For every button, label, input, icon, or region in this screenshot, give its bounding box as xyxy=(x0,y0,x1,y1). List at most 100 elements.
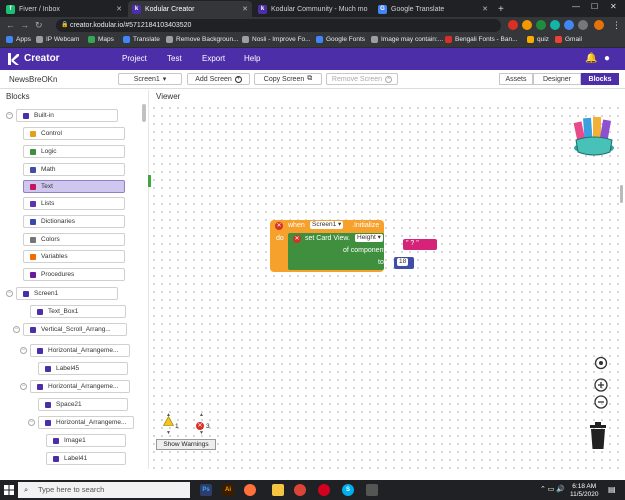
tab-blocks[interactable]: Blocks xyxy=(581,73,619,85)
zoom-out-icon[interactable] xyxy=(594,395,608,409)
extension-icon[interactable] xyxy=(550,20,560,30)
tree-procedures[interactable]: Procedures xyxy=(23,268,125,281)
collapse-icon[interactable]: − xyxy=(6,290,13,297)
trash-icon[interactable] xyxy=(588,422,608,450)
warning-down-arrow[interactable]: ▼ xyxy=(166,430,171,436)
reload-icon[interactable]: ↻ xyxy=(35,20,43,31)
tree-space21[interactable]: Space21 xyxy=(38,398,128,411)
extension-icon[interactable] xyxy=(522,20,532,30)
tree-horizontal-arrangement-3[interactable]: Horizontal_Arrangeme... xyxy=(38,416,134,429)
bookmark-image[interactable]: Image may contain:... xyxy=(371,36,443,43)
property-dropdown[interactable]: Height ▾ xyxy=(355,234,383,242)
tab-kodular-community[interactable]: k Kodular Community - Much mo ✕ xyxy=(254,1,372,17)
back-icon[interactable]: ← xyxy=(6,20,15,30)
tree-builtin[interactable]: Built-in xyxy=(16,109,118,122)
error-up-arrow[interactable]: ▲ xyxy=(199,412,204,418)
add-screen-button[interactable]: Add Screen + xyxy=(187,73,250,85)
close-icon[interactable]: ✕ xyxy=(238,5,248,13)
tray-icons[interactable]: ⌃ ▭ 🔊 xyxy=(540,485,565,493)
tree-control[interactable]: Control xyxy=(23,127,125,140)
collapse-icon[interactable]: − xyxy=(20,383,27,390)
workspace-scrollbar[interactable] xyxy=(620,185,623,203)
menu-help[interactable]: Help xyxy=(244,54,260,63)
bookmark-ip-webcam[interactable]: IP Webcam xyxy=(36,36,79,43)
screen-select[interactable]: Screen1 ▾ xyxy=(118,73,182,85)
menu-test[interactable]: Test xyxy=(167,54,182,63)
extension-icon[interactable] xyxy=(508,20,518,30)
extension-icon[interactable] xyxy=(578,20,588,30)
bookmark-bengali-fonts[interactable]: Bengali Fonts - Ban... xyxy=(445,36,518,43)
tree-logic[interactable]: Logic xyxy=(23,145,125,158)
taskbar-clock[interactable]: 6:18 AM 11/5/2020 xyxy=(570,483,598,499)
tree-lists[interactable]: Lists xyxy=(23,197,125,210)
bookmark-remove-background[interactable]: Remove Backgroun... xyxy=(166,36,239,43)
close-window-icon[interactable]: ✕ xyxy=(610,2,617,11)
zoom-in-icon[interactable] xyxy=(594,378,608,392)
tab-fiverr[interactable]: f Fiverr / Inbox ✕ xyxy=(2,1,126,17)
forward-icon[interactable]: → xyxy=(20,20,29,30)
error-down-arrow[interactable]: ▼ xyxy=(199,430,204,436)
tree-label41[interactable]: Label41 xyxy=(46,452,126,465)
event-component-dropdown[interactable]: Screen1 ▾ xyxy=(310,221,344,229)
minimize-icon[interactable]: — xyxy=(572,2,580,11)
menu-project[interactable]: Project xyxy=(122,54,147,63)
tab-designer[interactable]: Designer xyxy=(533,73,581,85)
collapse-icon[interactable]: − xyxy=(6,112,13,119)
photoshop-icon[interactable]: Ps xyxy=(200,484,212,496)
close-icon[interactable]: ✕ xyxy=(367,5,372,13)
collapse-icon[interactable]: − xyxy=(13,326,20,333)
warning-up-arrow[interactable]: ▲ xyxy=(166,412,171,418)
extension-icon[interactable] xyxy=(564,20,574,30)
file-explorer-icon[interactable] xyxy=(272,484,284,496)
tree-variables[interactable]: Variables xyxy=(23,250,125,263)
copy-screen-button[interactable]: Copy Screen ⧉ xyxy=(254,73,322,85)
tree-screen1[interactable]: Screen1 xyxy=(16,287,118,300)
tree-horizontal-arrangement-2[interactable]: Horizontal_Arrangeme... xyxy=(30,380,130,393)
bookmark-google-fonts[interactable]: Google Fonts xyxy=(316,36,365,43)
tab-assets[interactable]: Assets xyxy=(499,73,533,85)
account-icon[interactable]: ● xyxy=(604,53,610,64)
extension-icon[interactable] xyxy=(536,20,546,30)
illustrator-icon[interactable]: Ai xyxy=(222,484,234,496)
tree-label45[interactable]: Label45 xyxy=(38,362,128,375)
firefox-icon[interactable] xyxy=(244,484,256,496)
tree-image1[interactable]: Image1 xyxy=(46,434,126,447)
windows-start-icon[interactable] xyxy=(4,485,14,495)
tree-vertical-scroll-arrangement[interactable]: Vertical_Scroll_Arrang... xyxy=(23,323,127,336)
backpack-icon[interactable] xyxy=(570,112,618,156)
notifications-icon[interactable]: ▤ xyxy=(608,485,616,494)
maximize-icon[interactable]: ☐ xyxy=(591,2,598,11)
chrome-icon[interactable] xyxy=(294,484,306,496)
tree-math[interactable]: Math xyxy=(23,163,125,176)
new-tab-button[interactable]: + xyxy=(494,1,508,17)
remove-screen-button[interactable]: Remove Screen × xyxy=(326,73,398,85)
tree-scrollbar[interactable] xyxy=(142,104,146,122)
app-icon[interactable] xyxy=(366,484,378,496)
show-warnings-button[interactable]: Show Warnings xyxy=(156,439,216,450)
blocks-workspace[interactable] xyxy=(150,104,625,469)
tree-text[interactable]: Text xyxy=(23,180,125,193)
bookmark-quiz[interactable]: quiz xyxy=(527,36,549,43)
tree-horizontal-arrangement-1[interactable]: Horizontal_Arrangeme... xyxy=(30,344,130,357)
bookmark-gmail[interactable]: Gmail xyxy=(555,36,582,43)
tab-kodular-creator[interactable]: k Kodular Creator ✕ xyxy=(128,1,252,17)
tree-text-box1[interactable]: Text_Box1 xyxy=(30,305,126,318)
close-icon[interactable]: ✕ xyxy=(112,5,122,13)
tab-google-translate[interactable]: G Google Translate ✕ xyxy=(374,1,492,17)
recenter-icon[interactable] xyxy=(594,356,608,370)
tree-dictionaries[interactable]: Dictionaries xyxy=(23,215,125,228)
bookmark-nosli[interactable]: Nosli - Improve Fo... xyxy=(242,36,311,43)
error-icon[interactable]: ✕ xyxy=(293,235,301,243)
taskbar-search-input[interactable]: ⌕ Type here to search xyxy=(18,482,190,498)
bookmark-apps[interactable]: Apps xyxy=(6,36,31,43)
error-count-icon[interactable]: ✕ xyxy=(196,422,204,430)
collapse-icon[interactable]: − xyxy=(20,347,27,354)
notifications-icon[interactable]: 🔔 xyxy=(585,53,597,64)
error-icon[interactable]: ✕ xyxy=(275,222,283,230)
collapse-icon[interactable]: − xyxy=(28,419,35,426)
menu-icon[interactable]: ⋮ xyxy=(612,20,621,31)
url-field[interactable]: 🔒 creator.kodular.io/#5712184103403520 xyxy=(56,19,501,32)
skype-icon[interactable]: S xyxy=(342,484,354,496)
bookmark-translate[interactable]: Translate xyxy=(123,36,160,43)
opera-icon[interactable] xyxy=(318,484,330,496)
